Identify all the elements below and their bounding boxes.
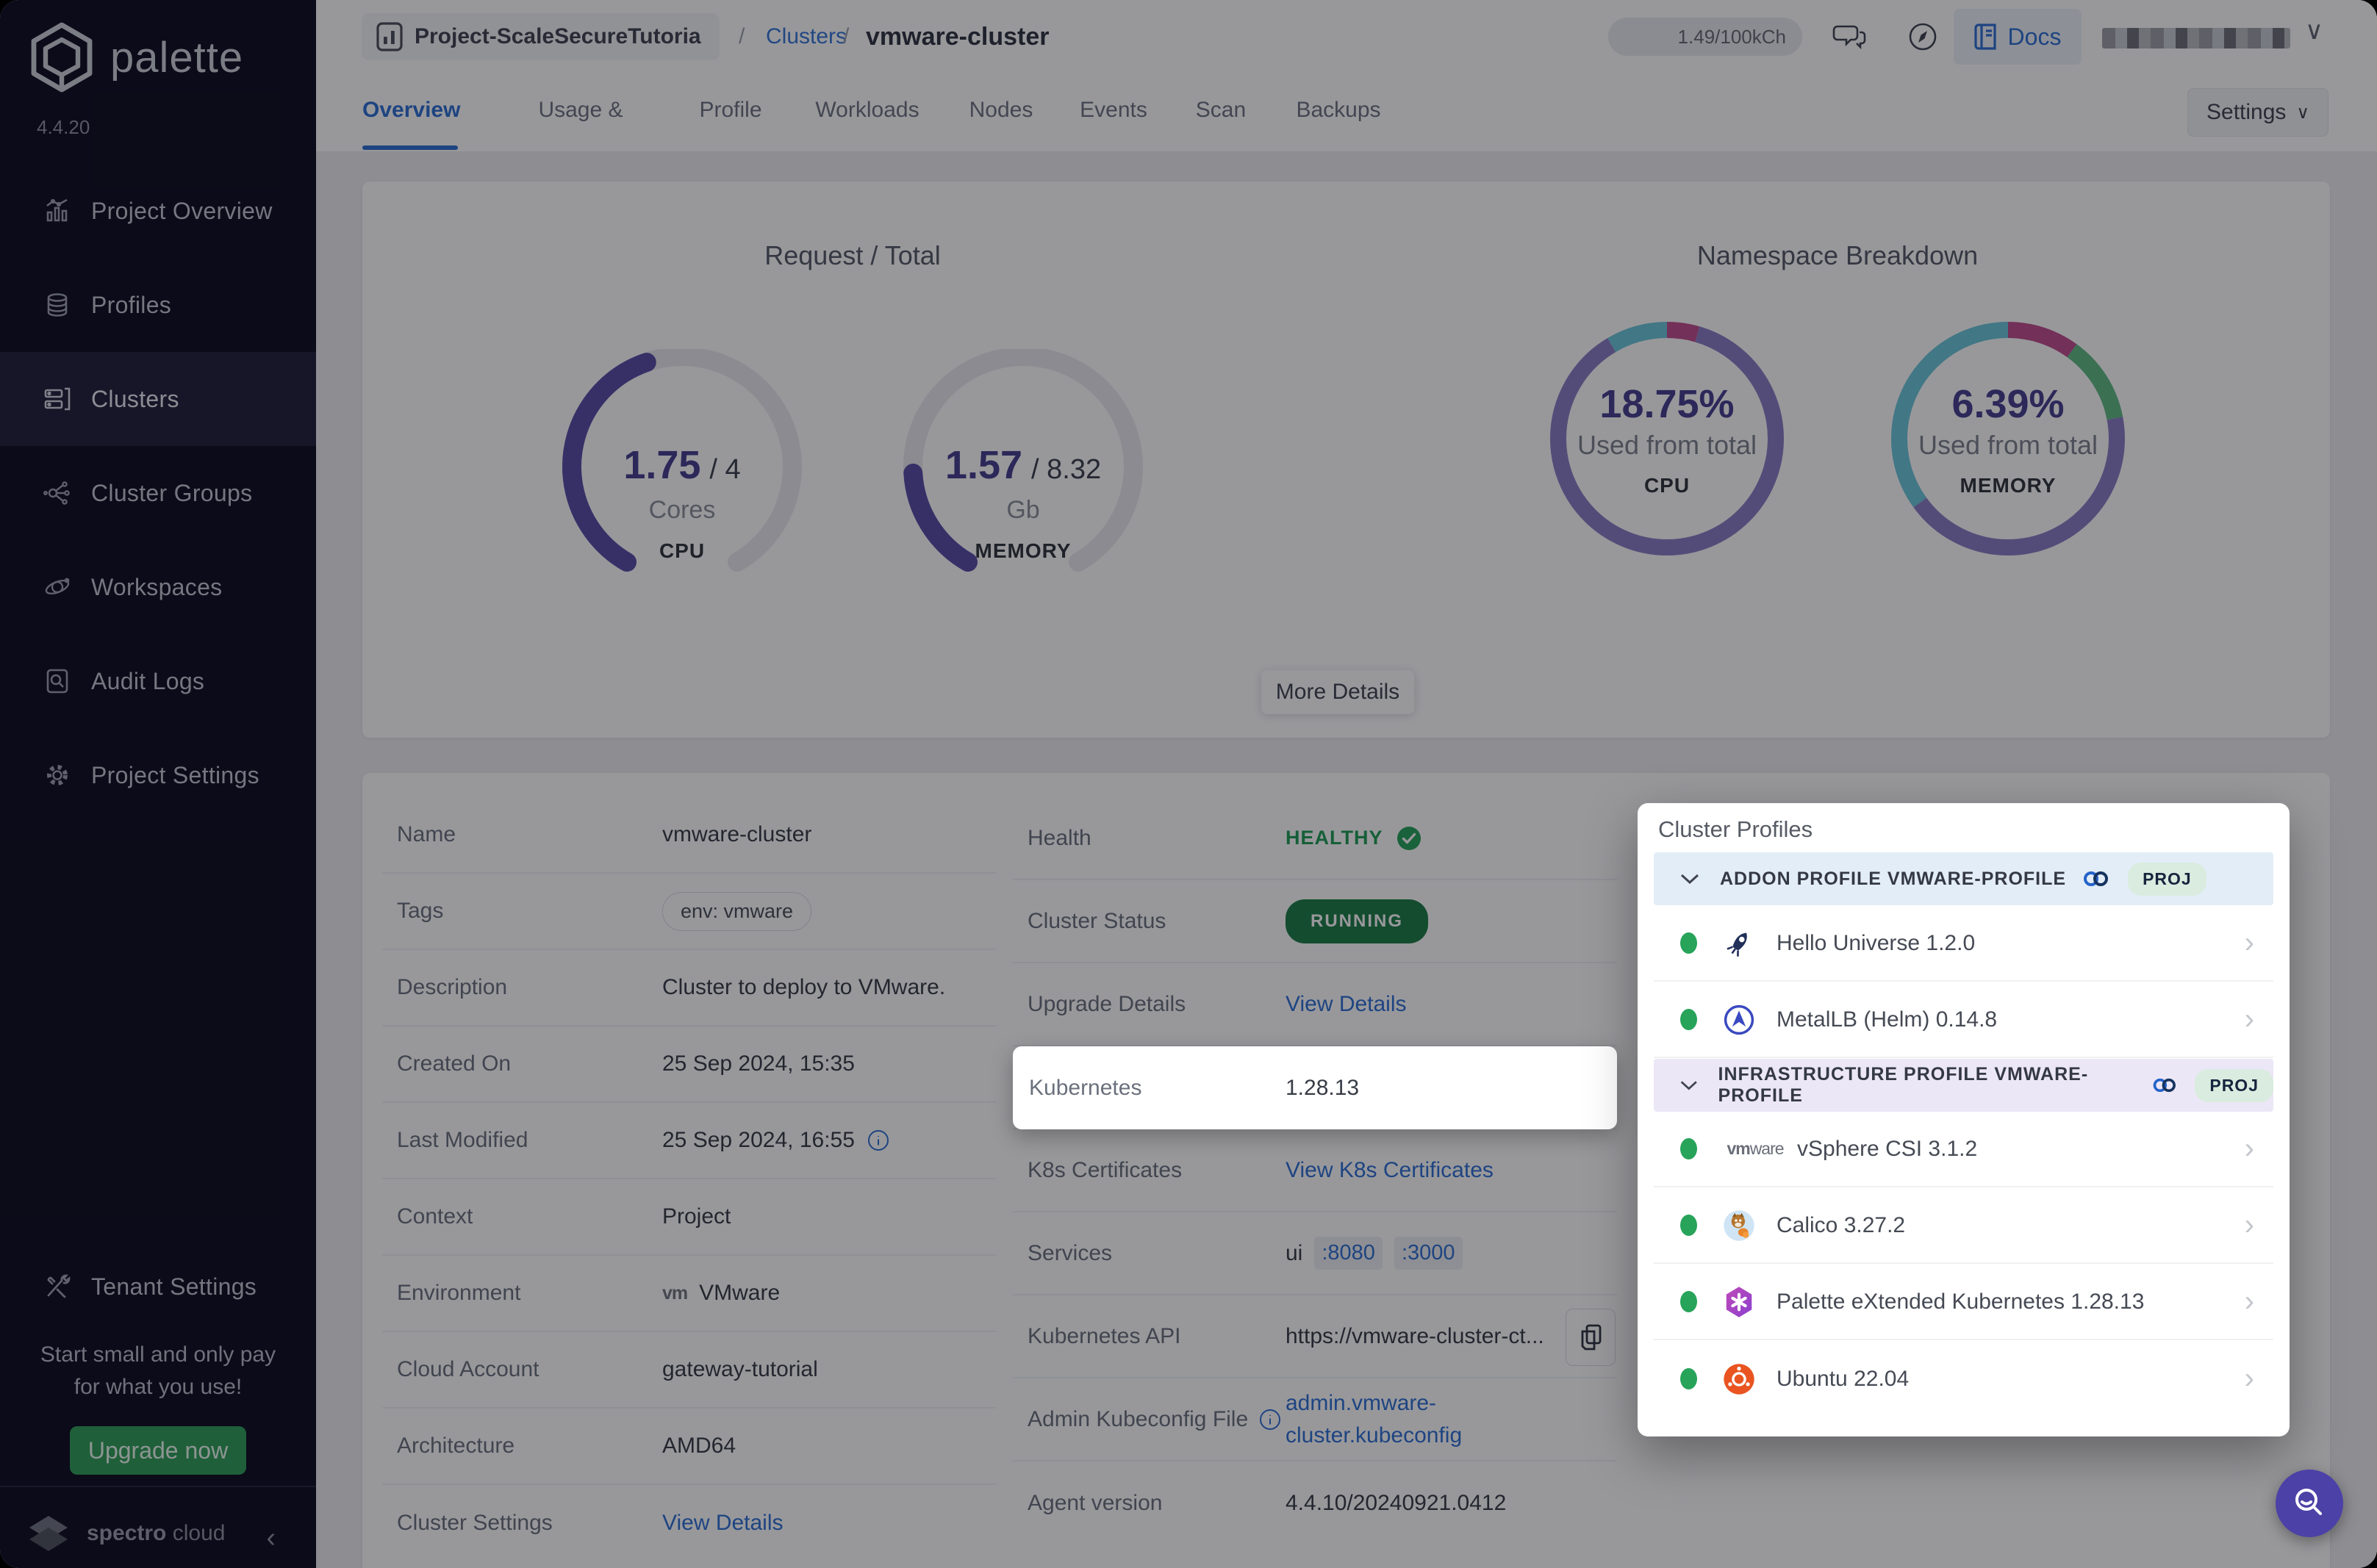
chevron-right-icon: › bbox=[2244, 1003, 2254, 1035]
profile-layer-hello-universe[interactable]: Hello Universe 1.2.0 › bbox=[1654, 906, 2273, 982]
search-icon bbox=[2295, 1489, 2322, 1515]
status-dot-icon bbox=[1680, 1215, 1697, 1236]
profile-layer-name: MetalLB (Helm) 0.14.8 bbox=[1777, 1007, 1998, 1032]
metallb-icon bbox=[1722, 1003, 1756, 1037]
chevron-down-icon bbox=[1680, 1081, 1697, 1090]
addon-profile-name: ADDON PROFILE VMWARE-PROFILE bbox=[1720, 868, 2067, 889]
link-icon[interactable] bbox=[2151, 1074, 2179, 1096]
kubernetes-value: 1.28.13 bbox=[1286, 1075, 1360, 1100]
status-dot-icon bbox=[1680, 1138, 1697, 1159]
search-feedback-fab[interactable] bbox=[2276, 1470, 2343, 1537]
proj-scope-badge: PROJ bbox=[2195, 1068, 2273, 1102]
ubuntu-icon bbox=[1722, 1362, 1756, 1396]
profile-layer-name: Ubuntu 22.04 bbox=[1777, 1366, 1910, 1391]
status-dot-icon bbox=[1680, 1009, 1697, 1030]
profile-layer-name: Palette eXtended Kubernetes 1.28.13 bbox=[1777, 1289, 2145, 1314]
cluster-profiles-title: Cluster Profiles bbox=[1658, 816, 1813, 842]
profile-layer-metallb[interactable]: MetalLB (Helm) 0.14.8 › bbox=[1654, 982, 2273, 1058]
profile-layer-palette-kubernetes[interactable]: Palette eXtended Kubernetes 1.28.13 › bbox=[1654, 1265, 2273, 1340]
kubernetes-label: Kubernetes bbox=[1029, 1075, 1142, 1100]
palette-kubernetes-icon bbox=[1722, 1285, 1756, 1319]
profile-layer-name: Calico 3.27.2 bbox=[1777, 1212, 1906, 1237]
profile-layer-vsphere-csi[interactable]: vmware vSphere CSI 3.1.2 › bbox=[1654, 1112, 2273, 1187]
chevron-right-icon: › bbox=[2244, 927, 2254, 959]
chevron-down-icon bbox=[1680, 874, 1699, 885]
calico-icon bbox=[1722, 1209, 1756, 1242]
profile-layer-name: vSphere CSI 3.1.2 bbox=[1797, 1136, 1978, 1161]
profile-layer-calico[interactable]: Calico 3.27.2 › bbox=[1654, 1188, 2273, 1264]
status-dot-icon bbox=[1680, 1291, 1697, 1312]
cluster-profiles-panel: Cluster Profiles ADDON PROFILE VMWARE-PR… bbox=[1638, 803, 2290, 1436]
link-icon[interactable] bbox=[2081, 868, 2112, 890]
app-window: palette 4.4.20 Project Overview Profiles… bbox=[0, 0, 2377, 1568]
profile-layer-name: Hello Universe 1.2.0 bbox=[1777, 930, 1976, 955]
infrastructure-profile-section-header[interactable]: INFRASTRUCTURE PROFILE VMWARE-PROFILE PR… bbox=[1654, 1059, 2273, 1112]
proj-scope-badge: PROJ bbox=[2128, 862, 2206, 896]
profile-layer-ubuntu[interactable]: Ubuntu 22.04 › bbox=[1654, 1341, 2273, 1417]
chevron-right-icon: › bbox=[2244, 1362, 2254, 1395]
hello-universe-icon bbox=[1722, 927, 1756, 960]
addon-profile-section-header[interactable]: ADDON PROFILE VMWARE-PROFILE PROJ bbox=[1654, 852, 2273, 905]
chevron-right-icon: › bbox=[2244, 1285, 2254, 1317]
vmware-logo-icon: vmware bbox=[1727, 1139, 1784, 1158]
chevron-right-icon: › bbox=[2244, 1209, 2254, 1241]
status-dot-icon bbox=[1680, 932, 1697, 954]
status-dot-icon bbox=[1680, 1368, 1697, 1389]
chevron-right-icon: › bbox=[2244, 1132, 2254, 1165]
kubernetes-version-spotlight-row[interactable]: Kubernetes 1.28.13 bbox=[1013, 1046, 1617, 1129]
infrastructure-profile-name: INFRASTRUCTURE PROFILE VMWARE-PROFILE bbox=[1718, 1064, 2089, 1106]
